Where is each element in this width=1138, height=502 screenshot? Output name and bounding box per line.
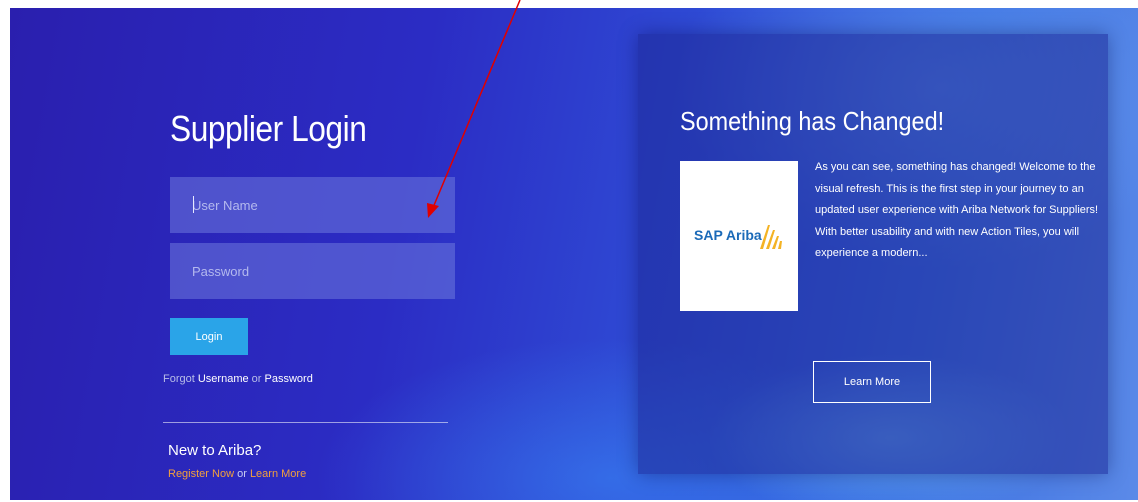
page-edge-marker [0, 233, 6, 243]
forgot-username-link[interactable]: Username [198, 373, 249, 385]
username-input[interactable] [170, 177, 455, 233]
section-divider [163, 422, 448, 423]
ariba-mark-icon [760, 225, 782, 249]
register-links: Register Now or Learn More [168, 468, 306, 480]
page-title: Supplier Login [170, 108, 367, 149]
sap-ariba-logo-tile: SAP Ariba [680, 161, 798, 311]
new-to-ariba-heading: New to Ariba? [168, 442, 262, 459]
forgot-or: or [251, 373, 262, 385]
register-or: or [237, 468, 247, 480]
forgot-credentials-text: Forgot Username or Password [163, 373, 313, 385]
learn-more-link[interactable]: Learn More [250, 468, 306, 480]
forgot-password-link[interactable]: Password [265, 373, 313, 385]
forgot-prefix: Forgot [163, 373, 195, 385]
register-now-link[interactable]: Register Now [168, 468, 234, 480]
announcement-body: As you can see, something has changed! W… [815, 161, 1099, 259]
text-cursor [193, 196, 194, 213]
login-button[interactable]: Login [170, 318, 248, 355]
learn-more-button[interactable]: Learn More [813, 361, 931, 403]
password-input[interactable] [170, 243, 455, 299]
sap-ariba-logo: SAP Ariba [694, 227, 762, 243]
announcement-title: Something has Changed! [680, 106, 945, 136]
